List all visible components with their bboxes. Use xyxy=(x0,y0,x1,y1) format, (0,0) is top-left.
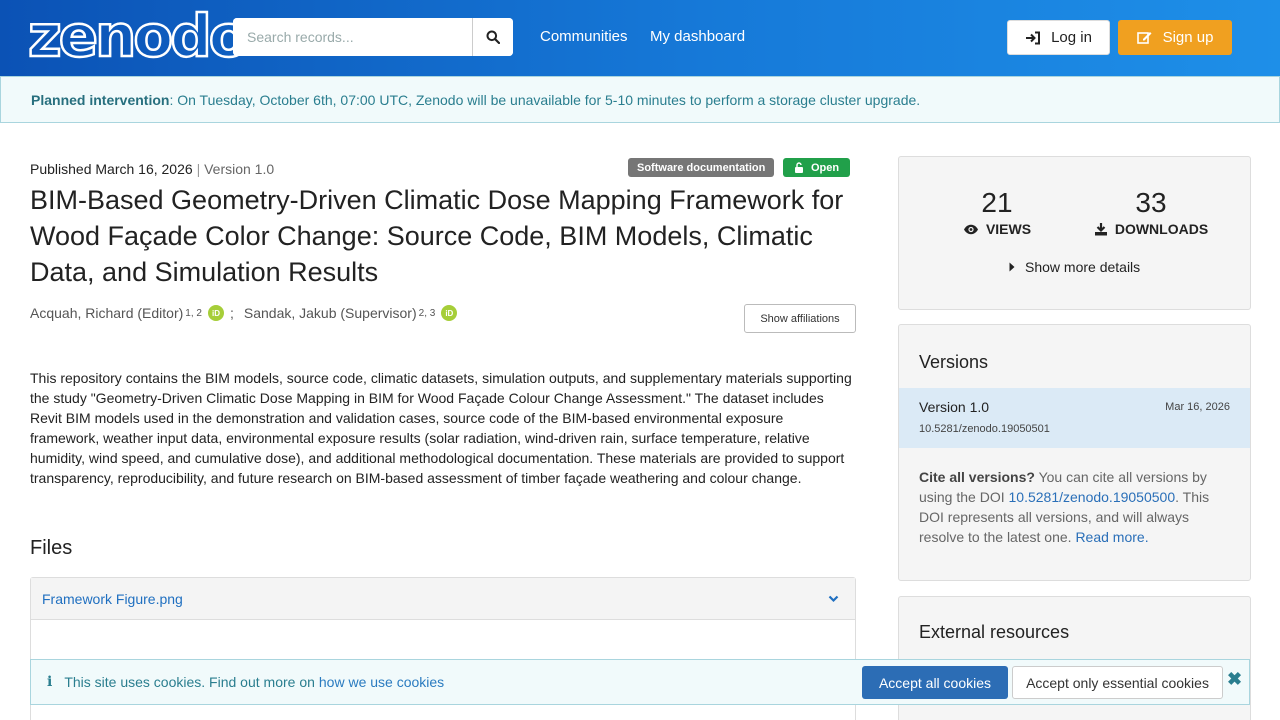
creator-separator: ; xyxy=(229,305,234,321)
record-version: Version 1.0 xyxy=(204,161,275,177)
concept-doi-link[interactable]: 10.5281/zenodo.19050500 xyxy=(1009,489,1176,505)
version-label[interactable]: Version 1.0 xyxy=(919,399,989,415)
downloads-label: DOWNLOADS xyxy=(1114,221,1209,237)
eye-icon xyxy=(963,224,978,234)
caret-right-icon xyxy=(1009,262,1015,272)
external-resources-heading: External resources xyxy=(919,622,1070,642)
show-more-details-label: Show more details xyxy=(1025,259,1141,275)
banner-text: : On Tuesday, October 6th, 07:00 UTC, Ze… xyxy=(169,91,921,108)
file-name[interactable]: Framework Figure.png xyxy=(42,591,183,607)
creator-name[interactable]: Acquah, Richard (Editor) xyxy=(30,305,183,321)
search-button[interactable] xyxy=(472,18,513,56)
version-date: Mar 16, 2026 xyxy=(1165,401,1230,413)
zenodo-logo[interactable]: zenodo xyxy=(27,3,250,70)
views-stat: 21 VIEWS xyxy=(957,187,1037,237)
orcid-icon[interactable]: iD xyxy=(441,305,458,321)
signup-label: Sign up xyxy=(1162,29,1214,46)
creator-affiliation-ref: 2, 3 xyxy=(418,307,436,319)
search-input[interactable] xyxy=(233,18,472,56)
resource-type-badge: Software documentation xyxy=(628,158,775,177)
show-affiliations-button[interactable]: Show affiliations xyxy=(744,304,856,333)
record-description: This repository contains the BIM models,… xyxy=(30,370,852,486)
version-doi: 10.5281/zenodo.19050501 xyxy=(919,423,1050,435)
access-badge: Open xyxy=(783,158,850,177)
nav-communities[interactable]: Communities xyxy=(540,28,628,45)
accept-essential-cookies-button[interactable]: Accept only essential cookies xyxy=(1012,666,1223,699)
views-count: 21 xyxy=(981,187,1013,218)
downloads-stat: 33 DOWNLOADS xyxy=(1091,187,1211,237)
views-label: VIEWS xyxy=(985,221,1032,237)
sign-in-icon xyxy=(1026,31,1041,44)
record-meta: Published March 16, 2026 | Version 1.0 xyxy=(30,161,274,177)
info-icon: i xyxy=(47,674,53,690)
versions-card: Versions Version 1.0 Mar 16, 2026 10.528… xyxy=(898,324,1251,581)
top-navbar: zenodo Communities My dashboard Log in S… xyxy=(0,0,1280,76)
cite-all-versions: Cite all versions? You can cite all vers… xyxy=(919,467,1219,547)
download-icon xyxy=(1094,223,1107,236)
creator-affiliation-ref: 1, 2 xyxy=(185,307,202,319)
cookie-text: This site uses cookies. Find out more on xyxy=(64,674,315,690)
banner-strong: Planned intervention xyxy=(31,91,170,108)
edit-icon xyxy=(1136,32,1152,44)
files-heading: Files xyxy=(30,537,73,559)
chevron-down-icon[interactable] xyxy=(828,595,839,603)
meta-separator: | xyxy=(196,161,201,177)
downloads-count: 33 xyxy=(1135,187,1167,218)
read-more-link[interactable]: Read more. xyxy=(1075,529,1148,545)
login-button[interactable]: Log in xyxy=(1007,20,1110,55)
creators-list: Acquah, Richard (Editor) 1, 2 iD ; Sanda… xyxy=(30,305,463,321)
nav-my-dashboard[interactable]: My dashboard xyxy=(650,28,745,45)
version-item[interactable]: Version 1.0 Mar 16, 2026 10.5281/zenodo.… xyxy=(899,388,1250,448)
creator-name[interactable]: Sandak, Jakub (Supervisor) xyxy=(244,305,417,321)
cookie-policy-link[interactable]: how we use cookies xyxy=(319,674,444,690)
publication-date: Published March 16, 2026 xyxy=(30,161,193,177)
unlock-icon xyxy=(794,162,803,173)
record-title: BIM-Based Geometry-Driven Climatic Dose … xyxy=(30,185,844,287)
cite-strong: Cite all versions? xyxy=(919,469,1035,485)
orcid-icon[interactable]: iD xyxy=(207,305,224,321)
file-preview-header[interactable]: Framework Figure.png xyxy=(31,578,855,620)
close-icon[interactable]: ✖ xyxy=(1227,669,1242,690)
access-label: Open xyxy=(810,161,840,174)
accept-all-cookies-button[interactable]: Accept all cookies xyxy=(862,666,1008,699)
search-icon xyxy=(486,30,500,44)
signup-button[interactable]: Sign up xyxy=(1118,20,1232,55)
show-more-details-toggle[interactable]: Show more details xyxy=(1009,259,1140,275)
search-bar xyxy=(233,18,513,56)
stats-card: 21 VIEWS 33 DOWNLOADS Show more details xyxy=(898,156,1251,310)
maintenance-banner: Planned intervention : On Tuesday, Octob… xyxy=(0,76,1280,123)
versions-heading: Versions xyxy=(919,352,989,372)
login-label: Log in xyxy=(1051,29,1092,46)
